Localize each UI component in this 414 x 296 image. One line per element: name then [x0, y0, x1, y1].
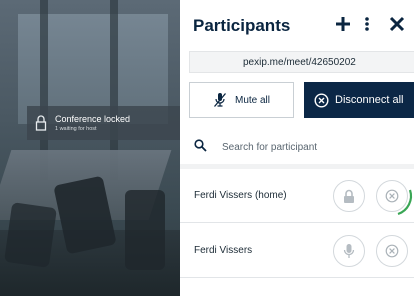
panel-header: Participants [180, 0, 414, 48]
room-chair [4, 202, 57, 268]
lock-icon [27, 115, 55, 131]
participant-name: Ferdi Vissers (home) [194, 190, 287, 201]
room-chair [125, 190, 165, 270]
disconnect-icon [314, 92, 329, 108]
mute-all-button[interactable]: Mute all [189, 82, 294, 118]
add-participant-button[interactable] [331, 12, 355, 36]
search-icon [194, 139, 207, 152]
disconnect-all-label: Disconnect all [335, 94, 404, 106]
participant-row[interactable]: Ferdi Vissers [180, 224, 414, 278]
meeting-url-field[interactable]: pexip.me/meet/42650202 [189, 51, 414, 73]
lock-participant-button[interactable] [333, 180, 365, 212]
microphone-muted-icon [213, 93, 226, 107]
disconnect-all-button[interactable]: Disconnect all [304, 82, 414, 118]
participant-row[interactable]: Ferdi Vissers (home) [180, 169, 414, 223]
microphone-icon [343, 244, 355, 258]
more-options-button[interactable] [355, 12, 379, 36]
speaking-indicator [397, 189, 413, 216]
banner-subtitle: 1 waiting for host [55, 125, 97, 132]
participant-search [180, 131, 414, 161]
close-panel-button[interactable] [385, 12, 409, 36]
close-icon [389, 16, 405, 32]
plus-icon [336, 17, 350, 31]
participant-name: Ferdi Vissers [194, 245, 253, 256]
disconnect-icon [385, 244, 399, 258]
video-feed: Conference locked 1 waiting for host [0, 0, 180, 296]
meeting-url: pexip.me/meet/42650202 [243, 56, 356, 68]
mute-all-label: Mute all [234, 94, 270, 106]
disconnect-participant-button[interactable] [376, 235, 408, 267]
banner-title: Conference locked [55, 113, 131, 124]
more-vertical-icon [365, 17, 369, 31]
panel-title: Participants [193, 16, 291, 35]
participants-panel: Participants pexip.me/meet/42650202 Mute… [180, 0, 414, 296]
conference-locked-banner: Conference locked 1 waiting for host [27, 106, 180, 140]
search-input[interactable] [220, 138, 404, 156]
mute-participant-button[interactable] [333, 235, 365, 267]
lock-icon [344, 189, 354, 203]
